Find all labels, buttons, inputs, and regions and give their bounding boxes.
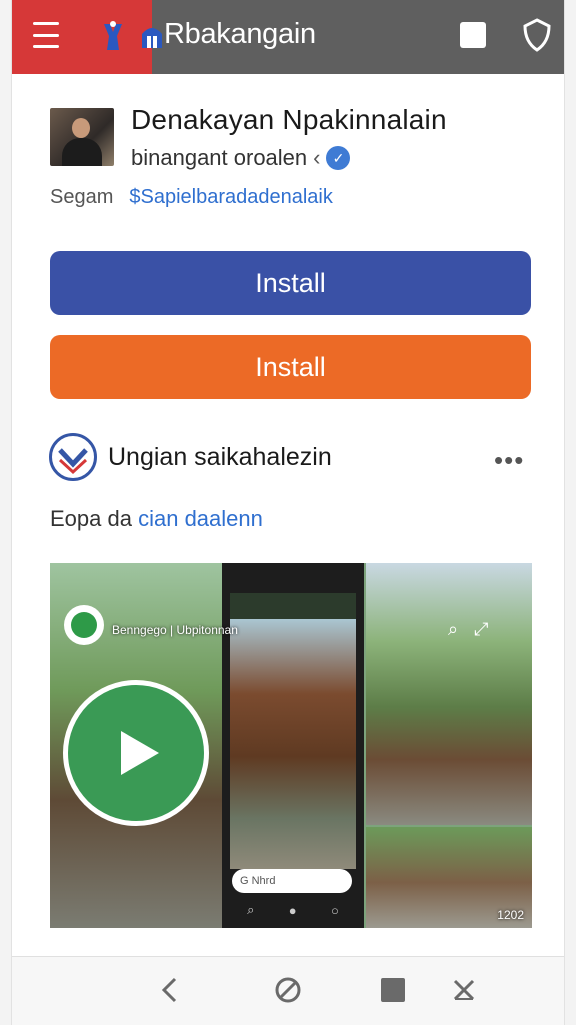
developer-name[interactable]: binangant oroalen: [131, 145, 307, 171]
phone-screen-image: [230, 619, 356, 869]
dev-arrow-icon: ‹: [313, 145, 321, 170]
media-overlay-text: Benngego | Ubpitonnan: [112, 623, 238, 637]
more-options-icon[interactable]: •••: [494, 445, 524, 476]
meta-line: Segam $Sapielbaradadenalaik: [50, 186, 333, 209]
meta-label: Segam: [50, 186, 114, 208]
developer-avatar: [50, 108, 114, 166]
app-title: Rbakangain: [164, 18, 316, 50]
block-icon[interactable]: [273, 975, 303, 1005]
zoom-icon[interactable]: ⌕: [448, 619, 458, 640]
app-name: Denakayan Npakinnalain: [131, 104, 447, 135]
shield-icon[interactable]: [522, 18, 552, 52]
phone-app-bar: [230, 593, 356, 619]
chat-icon[interactable]: [64, 605, 104, 645]
media-counter: 1202: [497, 908, 524, 922]
install-button-secondary[interactable]: Install: [50, 335, 531, 399]
section-title: Ungian saikahalezin: [108, 443, 332, 471]
expand-icon[interactable]: ⤢: [474, 619, 488, 640]
section-subtitle: Eopa da cian daalenn: [50, 506, 263, 532]
square-icon[interactable]: [460, 22, 486, 48]
developer-row[interactable]: binangant oroalen ‹ ✓: [131, 145, 351, 171]
install-button-primary[interactable]: Install: [50, 251, 531, 315]
meta-link[interactable]: $Sapielbaradadenalaik: [129, 186, 333, 208]
person-icon[interactable]: [100, 20, 126, 52]
top-app-bar: Rbakangain: [12, 0, 564, 74]
bottom-nav-bar: [12, 956, 564, 1025]
close-icon[interactable]: [449, 975, 479, 1005]
back-icon[interactable]: [155, 975, 185, 1005]
store-icon[interactable]: [140, 22, 164, 50]
phone-nav-bar: ⌕ ● ○: [247, 902, 339, 918]
square-icon[interactable]: [378, 975, 408, 1005]
hamburger-icon[interactable]: [32, 22, 60, 48]
subtitle-text: Eopa da: [50, 506, 132, 531]
play-icon[interactable]: [68, 685, 204, 821]
screenshot-village-right-top[interactable]: [366, 563, 532, 825]
verified-badge-icon: ✓: [326, 146, 351, 170]
play-button[interactable]: [63, 680, 209, 826]
subtitle-link[interactable]: cian daalenn: [138, 506, 263, 531]
phone-screenshot[interactable]: G Nhrd ⌕ ● ○: [222, 563, 364, 928]
section-logo-icon: [49, 433, 97, 481]
zoom-controls[interactable]: ⌕ ⤢: [448, 619, 489, 640]
phone-search-bar: G Nhrd: [232, 869, 352, 893]
media-gallery[interactable]: G Nhrd ⌕ ● ○ Benngego | Ubpitonnan ⌕ ⤢ 1202: [50, 563, 532, 928]
